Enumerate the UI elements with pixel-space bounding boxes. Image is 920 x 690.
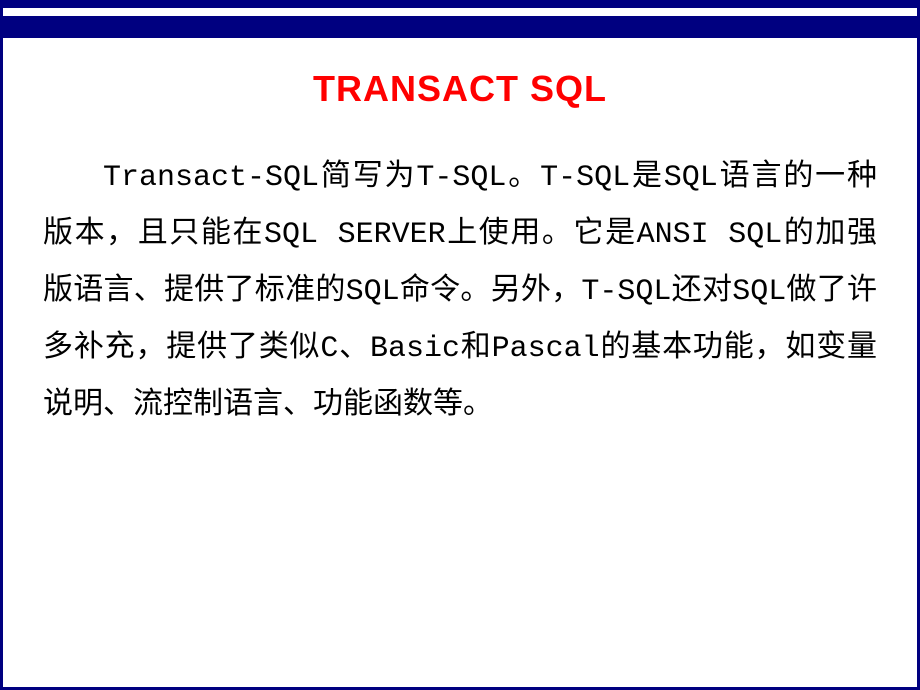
decorative-bar-thick: [3, 16, 917, 38]
slide-title: TRANSACT SQL: [43, 68, 877, 110]
decorative-bar-gap: [3, 8, 917, 16]
slide-container: TRANSACT SQL Transact-SQL简写为T-SQL。T-SQL是…: [0, 0, 920, 690]
slide-body-text: Transact-SQL简写为T-SQL。T-SQL是SQL语言的一种版本，且只…: [43, 150, 877, 435]
content-area: TRANSACT SQL Transact-SQL简写为T-SQL。T-SQL是…: [3, 38, 917, 455]
decorative-bar-thin: [3, 0, 917, 8]
